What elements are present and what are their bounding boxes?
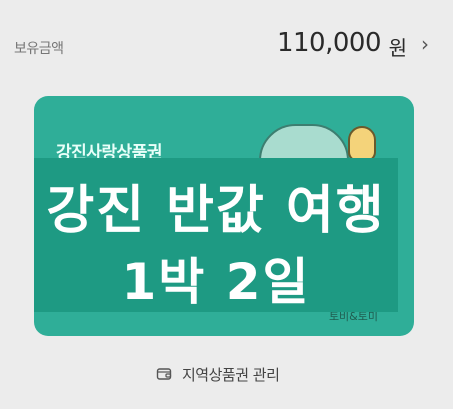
voucher-manage-button[interactable]: 지역상품권 관리 [156, 362, 280, 386]
balance-amount: 110,000 [276, 28, 382, 58]
promo-overlay-banner: 강진 반값 여행 1박 2일 [34, 158, 398, 312]
promo-subtitle: 1박 2일 [121, 253, 311, 311]
promo-title: 강진 반값 여행 [46, 181, 386, 241]
balance-row[interactable]: 보유금액 110,000 원 › [0, 0, 453, 90]
balance-label: 보유금액 [14, 41, 64, 57]
voucher-manage-label: 지역상품권 관리 [182, 365, 280, 384]
chevron-right-icon[interactable]: › [421, 32, 429, 56]
thumbs-up-icon [348, 126, 376, 162]
wallet-icon [156, 366, 172, 382]
balance-unit: 원 [388, 36, 407, 60]
